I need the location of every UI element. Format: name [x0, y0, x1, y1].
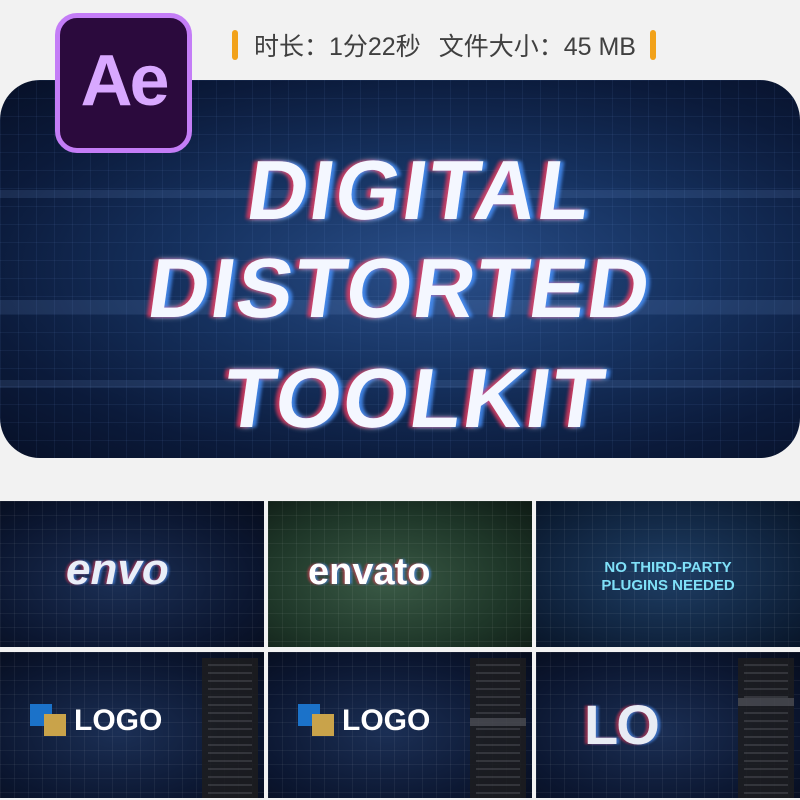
duration-text: 时长：1分22秒 [254, 33, 421, 61]
thumbnail-5: LOGO [268, 652, 532, 798]
thumb-3-line-1: NO THIRD-PARTY [604, 559, 732, 576]
thumb-3-line-2: PLUGINS NEEDED [601, 577, 735, 594]
hero-title-line-1: DIGITAL [241, 143, 599, 237]
thumb-4-logo-text: LOGO [74, 704, 163, 737]
ae-layers-panel [738, 658, 794, 798]
info-bar: 时长：1分22秒 文件大小：45 MB [232, 28, 762, 62]
hero-title-line-3: TOOLKIT [217, 351, 613, 445]
logo-squares-icon [30, 704, 70, 738]
thumb-5-logo-text: LOGO [342, 704, 431, 737]
thumb-6-text: LO [584, 693, 660, 756]
thumbnail-6: LO [536, 652, 800, 798]
thumb-5-logo: LOGO [298, 704, 430, 738]
thumb-3-text: NO THIRD-PARTY PLUGINS NEEDED [536, 559, 800, 595]
ae-layers-panel [470, 658, 526, 798]
thumbnail-2: envato [268, 501, 532, 647]
thumbnail-4: LOGO [0, 652, 264, 798]
ae-layers-panel [202, 658, 258, 798]
logo-squares-icon [298, 704, 338, 738]
thumb-1-text: envo [66, 545, 169, 594]
ae-logo-text: Ae [80, 41, 169, 121]
filesize-text: 文件大小：45 MB [438, 33, 636, 61]
thumb-4-logo: LOGO [30, 704, 162, 738]
after-effects-logo: Ae [55, 13, 192, 153]
accent-bar-right [649, 30, 656, 60]
thumb-2-text: envato [308, 551, 431, 593]
hero-title-line-2: DISTORTED [142, 241, 658, 335]
thumbnail-1: envo [0, 501, 264, 647]
accent-bar-left [232, 30, 238, 60]
thumbnail-3: NO THIRD-PARTY PLUGINS NEEDED [536, 501, 800, 647]
